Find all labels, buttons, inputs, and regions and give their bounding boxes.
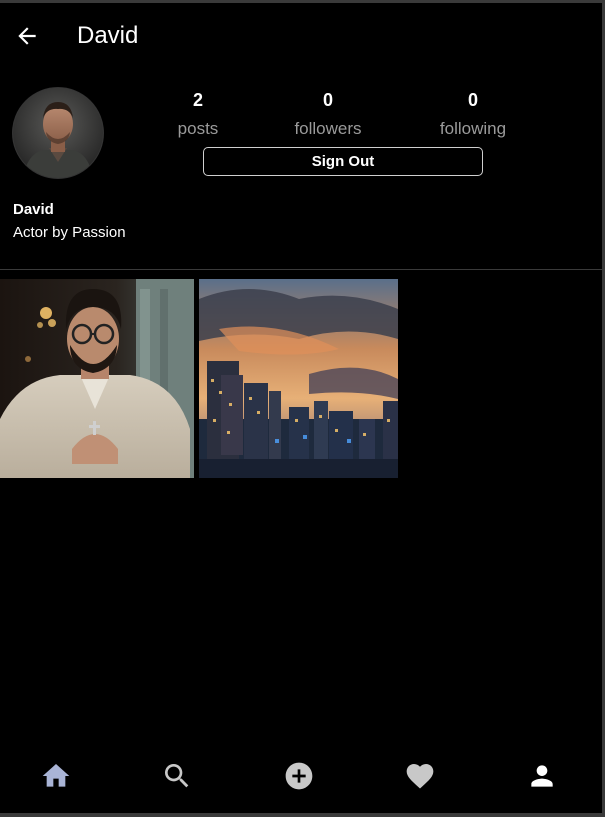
following-label: following (439, 119, 507, 138)
home-icon (42, 764, 70, 787)
city-skyline-sunset-photo (199, 279, 398, 478)
add-circle-icon (285, 762, 313, 790)
profile-bio: Actor by Passion (13, 224, 126, 241)
profile-photo (13, 88, 103, 178)
person-icon (531, 765, 553, 787)
followers-stat[interactable]: 0 followers (268, 90, 388, 139)
sign-out-button[interactable]: Sign Out (203, 147, 483, 176)
window-bottom-border (0, 813, 605, 817)
followers-label: followers (294, 119, 362, 138)
arrow-left-icon (18, 27, 36, 45)
section-divider (0, 269, 602, 270)
back-button[interactable] (14, 23, 40, 49)
app-header: David (0, 3, 602, 65)
posts-count: 2 (192, 90, 203, 110)
nav-profile-button[interactable] (526, 760, 558, 792)
following-count: 0 (467, 90, 478, 110)
nav-add-button[interactable] (283, 760, 315, 792)
posts-stat[interactable]: 2 posts (138, 90, 258, 139)
post-thumbnail[interactable] (199, 279, 398, 478)
nav-search-button[interactable] (161, 760, 193, 792)
nav-home-button[interactable] (40, 760, 72, 792)
posts-label: posts (177, 119, 219, 138)
bottom-navigation (0, 752, 602, 802)
post-thumbnail[interactable] (0, 279, 194, 478)
nav-activity-button[interactable] (404, 760, 436, 792)
followers-count: 0 (322, 90, 333, 110)
search-icon (165, 764, 189, 788)
man-with-glasses-photo (0, 279, 194, 478)
page-title: David (77, 22, 139, 49)
following-stat[interactable]: 0 following (413, 90, 533, 139)
heart-icon (406, 764, 434, 789)
profile-name: David (13, 201, 54, 218)
avatar[interactable] (12, 87, 104, 179)
